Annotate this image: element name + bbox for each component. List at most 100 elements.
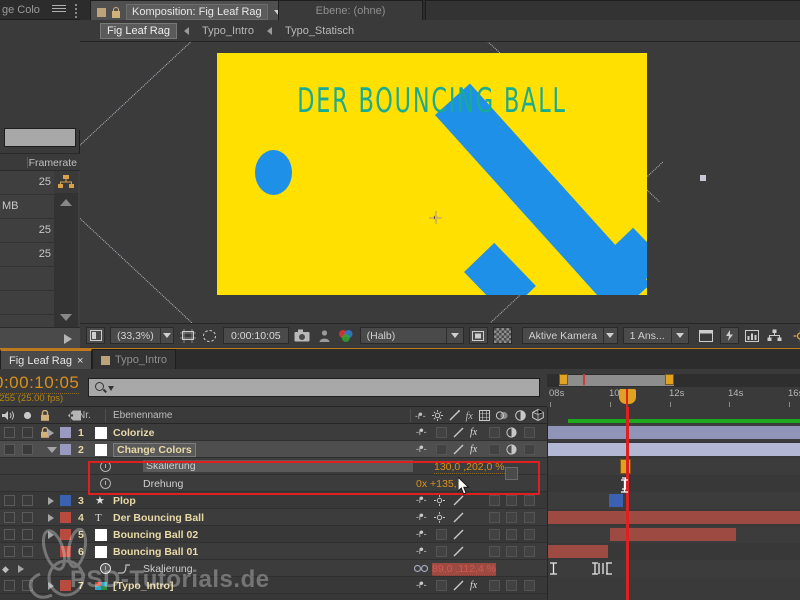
quality-icon[interactable] [453,512,465,526]
frame-blend-switch[interactable] [489,444,500,455]
fx-icon[interactable]: fx [470,580,477,591]
parent-icon[interactable]: -ᖰ- [416,546,427,557]
parent-icon[interactable]: -ᖰ- [416,427,427,438]
audio-toggle[interactable] [22,427,33,438]
sun-icon[interactable] [434,512,445,526]
keyframe-diamond-icon[interactable]: ◆ [2,564,9,575]
twirl-arrow-icon[interactable] [48,497,54,505]
take-snapshot-icon[interactable] [294,327,311,344]
video-toggle[interactable] [4,529,15,540]
layer-duration-bar[interactable] [610,528,736,541]
keyframe-marker-group[interactable] [591,562,613,578]
motion-blur-switch[interactable] [506,529,517,540]
layer-color-swatch[interactable] [60,495,71,506]
column-header-nr[interactable]: Nr. [78,410,91,421]
work-area-start-handle[interactable] [559,374,568,385]
table-row[interactable]: 4 T Der Bouncing Ball -ᖰ- [0,509,547,526]
video-toggle[interactable] [4,512,15,523]
parent-icon[interactable]: -ᖰ- [416,580,427,591]
sun-switch[interactable] [436,427,447,438]
layer-duration-bar[interactable] [548,426,800,439]
timeline-row-drehung[interactable] [548,475,800,492]
video-toggle[interactable] [4,580,15,591]
motion-blur-switch[interactable] [506,580,517,591]
render-graph-icon[interactable] [744,327,761,344]
list-item[interactable]: 25 [0,219,55,243]
video-toggle[interactable] [4,427,15,438]
adjustment-layer-icon[interactable] [515,409,526,424]
motion-blur-switch[interactable] [506,495,517,506]
video-toggle[interactable] [4,495,15,506]
vertical-scrollbar[interactable] [54,193,78,327]
timeline-current-time[interactable]: 0:00:10:05 [0,373,80,394]
tab-layer[interactable]: Ebene: (ohne) [278,0,423,20]
list-item[interactable]: MB [0,195,55,219]
list-item[interactable]: 25 [0,243,55,267]
close-icon[interactable]: × [77,355,83,367]
exposure-icon[interactable] [792,327,800,344]
views-select[interactable]: 1 Ans... [622,327,689,344]
timeline-tab-fig-leaf-rag[interactable]: Fig Leaf Rag × [0,349,93,370]
property-value[interactable]: 89,0 ,112,4 % [432,563,497,576]
timeline-ruler[interactable]: 08s 10s 12s 14s 16s [547,387,800,407]
parent-icon[interactable]: -ᖰ- [415,411,426,422]
quality-icon[interactable] [453,580,465,594]
timeline-row[interactable] [548,441,800,458]
show-channel-icon[interactable] [338,327,355,344]
list-item[interactable] [0,267,55,291]
quality-icon[interactable] [449,409,460,424]
anchor-point-icon[interactable] [429,211,442,224]
toggle-mask-icon[interactable] [468,327,488,344]
timeline-tab-typo-intro[interactable]: Typo_Intro [92,349,176,370]
work-area-strip[interactable] [547,374,800,387]
fx-icon[interactable]: fx [470,427,477,438]
expand-arrow-icon[interactable] [64,334,72,344]
video-toggle[interactable] [4,444,15,455]
layer-duration-bar[interactable] [548,443,800,456]
toggle-transparency-grid-icon[interactable] [86,327,105,344]
sun-switch[interactable] [436,529,447,540]
show-snapshot-icon[interactable] [316,327,333,344]
breadcrumb-item-2[interactable]: Typo_Statisch [279,24,360,38]
breadcrumb-item-1[interactable]: Typo_Intro [196,24,260,38]
frame-blend-icon[interactable] [478,409,490,424]
parent-icon[interactable]: -ᖰ- [416,444,427,455]
region-of-interest-icon[interactable] [179,327,196,344]
property-expression-box[interactable] [505,467,518,480]
3d-switch[interactable] [524,529,535,540]
motion-blur-switch[interactable] [506,512,517,523]
twirl-arrow-icon[interactable] [47,447,57,453]
toggle-alpha-icon[interactable] [492,327,512,344]
lock-icon[interactable] [112,6,120,18]
timeline-row[interactable] [548,543,800,560]
quality-icon[interactable] [453,546,465,560]
frame-blend-switch[interactable] [489,427,500,438]
timeline-row-skalierung[interactable] [548,458,800,475]
quality-icon[interactable] [453,444,465,458]
chevron-down-icon[interactable] [108,386,114,391]
timeline-graph-area[interactable] [547,407,800,600]
audio-toggle[interactable] [22,512,33,523]
scroll-down-icon[interactable] [60,314,72,321]
sun-switch[interactable] [436,580,447,591]
parent-link-icon[interactable] [54,171,78,193]
layer-name[interactable]: Plop [113,495,136,507]
sun-icon[interactable] [431,409,443,424]
search-input[interactable] [88,378,540,397]
timeline-row[interactable] [548,492,800,509]
tab-composition[interactable]: Komposition: Fig Leaf Rag × [90,0,304,20]
audio-toggle[interactable] [22,495,33,506]
motion-blur-icon[interactable] [495,410,509,424]
frame-blend-switch[interactable] [489,546,500,557]
panel-grip-icon[interactable] [73,4,78,18]
timeline-view-icon[interactable] [698,327,715,344]
frame-blend-switch[interactable] [489,512,500,523]
motion-blur-switch[interactable] [506,546,517,557]
3d-layer-icon[interactable] [532,408,544,424]
3d-switch[interactable] [524,546,535,557]
layer-color-swatch[interactable] [60,512,71,523]
3d-switch[interactable] [524,444,535,455]
tab-composition-label[interactable]: Komposition: Fig Leaf Rag [126,4,268,20]
audio-icon[interactable] [2,410,15,424]
scroll-up-icon[interactable] [60,199,72,206]
